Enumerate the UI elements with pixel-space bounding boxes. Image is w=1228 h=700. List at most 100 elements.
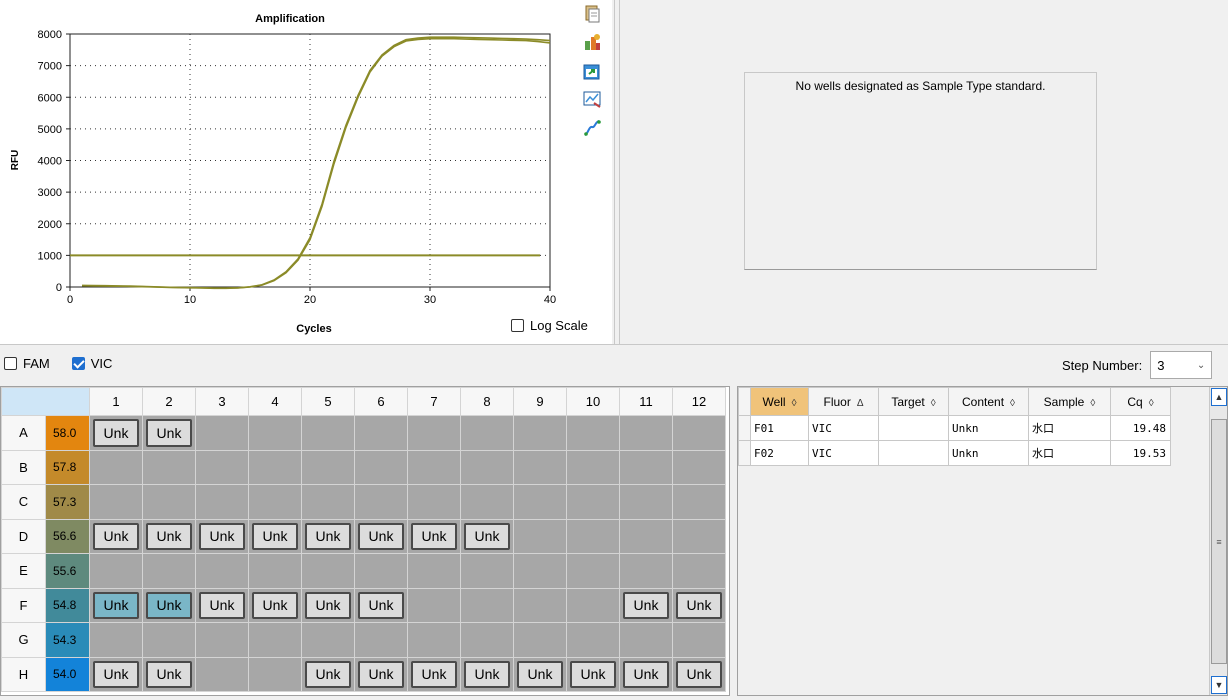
table-cell[interactable] (878, 415, 949, 441)
plate-well[interactable]: Unk (89, 518, 143, 554)
plate-well[interactable] (672, 553, 726, 589)
plate-row-header[interactable]: G (1, 622, 46, 658)
well-content-button[interactable]: Unk (93, 419, 139, 447)
plate-well[interactable]: Unk (407, 656, 461, 692)
plate-column-header[interactable]: 7 (407, 387, 461, 416)
plate-well[interactable]: Unk (301, 587, 355, 623)
plate-well[interactable] (619, 484, 673, 520)
plate-column-header[interactable]: 8 (460, 387, 514, 416)
well-content-button[interactable]: Unk (464, 522, 510, 550)
plate-well[interactable]: Unk (195, 518, 249, 554)
horizontal-splitter[interactable] (0, 344, 1228, 347)
plate-well[interactable] (142, 622, 196, 658)
plate-row-header[interactable]: E (1, 553, 46, 589)
plate-well[interactable]: Unk (89, 656, 143, 692)
plate-well[interactable] (248, 622, 302, 658)
well-content-button[interactable]: Unk (570, 660, 616, 688)
plate-well[interactable] (566, 587, 620, 623)
plate-well[interactable] (460, 415, 514, 451)
plate-well[interactable] (619, 415, 673, 451)
plate-well[interactable] (89, 449, 143, 485)
chart-options-icon[interactable] (582, 89, 602, 109)
plate-well[interactable] (513, 553, 567, 589)
row-selector[interactable] (738, 415, 751, 441)
plate-well[interactable]: Unk (407, 518, 461, 554)
plate-well[interactable] (89, 484, 143, 520)
well-content-button[interactable]: Unk (93, 591, 139, 619)
plate-column-header[interactable]: 5 (301, 387, 355, 416)
plate-well[interactable]: Unk (195, 587, 249, 623)
well-content-button[interactable]: Unk (305, 591, 351, 619)
well-content-button[interactable]: Unk (623, 660, 669, 688)
curve-fit-icon[interactable] (582, 118, 602, 138)
plate-corner[interactable] (1, 387, 90, 416)
plate-well[interactable] (354, 622, 408, 658)
plate-well[interactable]: Unk (354, 518, 408, 554)
plate-well[interactable]: Unk (142, 415, 196, 451)
plate-well[interactable]: Unk (619, 656, 673, 692)
log-scale-box[interactable] (511, 319, 524, 332)
scroll-up-icon[interactable]: ▲ (1211, 388, 1227, 406)
plate-column-header[interactable]: 9 (513, 387, 567, 416)
plate-well[interactable] (354, 415, 408, 451)
plate-well[interactable] (513, 484, 567, 520)
well-content-button[interactable]: Unk (676, 660, 722, 688)
plate-well[interactable] (672, 415, 726, 451)
plate-well[interactable]: Unk (513, 656, 567, 692)
step-number-select[interactable]: 3 ⌄ (1150, 351, 1213, 379)
plate-well[interactable] (513, 415, 567, 451)
well-content-button[interactable]: Unk (305, 660, 351, 688)
results-column-header[interactable]: Cq ◊ (1110, 387, 1171, 416)
plate-well[interactable] (407, 622, 461, 658)
copy-icon[interactable] (582, 4, 602, 24)
plate-row-header[interactable]: A (1, 415, 46, 451)
plate-well[interactable] (513, 449, 567, 485)
plate-row-header[interactable]: F (1, 587, 46, 623)
well-content-button[interactable]: Unk (199, 591, 245, 619)
fam-checkbox[interactable]: FAM (4, 356, 50, 371)
table-cell[interactable]: VIC (808, 440, 879, 466)
log-scale-checkbox[interactable]: Log Scale (511, 318, 588, 333)
table-cell[interactable]: Unkn (948, 415, 1029, 441)
well-content-button[interactable]: Unk (358, 660, 404, 688)
plate-column-header[interactable]: 12 (672, 387, 726, 416)
plate-well[interactable]: Unk (248, 518, 302, 554)
table-cell[interactable]: F02 (750, 440, 809, 466)
well-content-button[interactable]: Unk (93, 660, 139, 688)
results-column-header[interactable]: Target ◊ (878, 387, 949, 416)
export-icon[interactable] (582, 32, 602, 52)
plate-well[interactable]: Unk (142, 587, 196, 623)
plate-well[interactable]: Unk (619, 587, 673, 623)
well-content-button[interactable]: Unk (517, 660, 563, 688)
vertical-splitter[interactable] (614, 0, 620, 345)
table-cell[interactable] (878, 440, 949, 466)
well-content-button[interactable]: Unk (146, 591, 192, 619)
table-cell[interactable]: Unkn (948, 440, 1029, 466)
plate-well[interactable] (566, 553, 620, 589)
well-content-button[interactable]: Unk (411, 660, 457, 688)
plate-well[interactable] (619, 518, 673, 554)
well-content-button[interactable]: Unk (358, 591, 404, 619)
plate-well[interactable] (301, 484, 355, 520)
plate-row-header[interactable]: B (1, 449, 46, 485)
table-cell[interactable]: 水口 (1028, 415, 1111, 441)
plate-well[interactable] (195, 656, 249, 692)
plate-column-header[interactable]: 10 (566, 387, 620, 416)
well-content-button[interactable]: Unk (252, 522, 298, 550)
plate-row-header[interactable]: H (1, 656, 46, 692)
plate-well[interactable] (460, 553, 514, 589)
plate-column-header[interactable]: 6 (354, 387, 408, 416)
table-cell[interactable]: VIC (808, 415, 879, 441)
plate-well[interactable]: Unk (672, 656, 726, 692)
plate-well[interactable] (142, 553, 196, 589)
vic-checkbox[interactable]: VIC (71, 356, 112, 371)
plate-well[interactable] (142, 449, 196, 485)
plate-well[interactable]: Unk (354, 656, 408, 692)
plate-well[interactable] (195, 449, 249, 485)
plate-well[interactable] (672, 449, 726, 485)
row-selector[interactable] (738, 440, 751, 466)
sort-icon[interactable]: ◊ (1010, 398, 1015, 409)
plate-row-header[interactable]: D (1, 518, 46, 554)
plate-well[interactable] (248, 656, 302, 692)
plate-well[interactable] (195, 622, 249, 658)
